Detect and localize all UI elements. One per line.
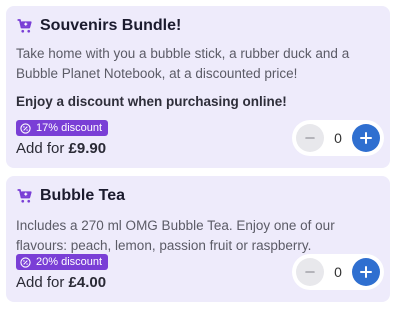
quantity-value: 0 <box>334 130 342 146</box>
quantity-stepper: 0 <box>292 254 384 290</box>
product-title-row: Souvenirs Bundle! <box>16 17 181 35</box>
quantity-stepper: 0 <box>292 120 384 156</box>
cart-plus-icon <box>17 19 32 33</box>
online-discount-note: Enjoy a discount when purchasing online! <box>16 94 287 109</box>
product-description: Includes a 270 ml OMG Bubble Tea. Enjoy … <box>16 218 335 253</box>
discount-label: 20% discount <box>36 256 103 268</box>
percent-icon <box>20 256 31 268</box>
price-value: £9.90 <box>68 140 107 157</box>
minus-icon <box>305 271 315 273</box>
percent-icon <box>20 122 31 134</box>
cart-plus-icon <box>17 189 32 203</box>
product-title: Bubble Tea <box>40 187 126 204</box>
price-prefix: Add for <box>16 274 65 291</box>
decrease-quantity-button[interactable] <box>296 258 324 286</box>
discount-label: 17% discount <box>36 122 103 134</box>
plus-icon <box>360 132 372 144</box>
price-prefix: Add for <box>16 140 65 157</box>
decrease-quantity-button[interactable] <box>296 124 324 152</box>
discount-badge: 17% discount <box>16 120 109 136</box>
discount-badge: 20% discount <box>16 254 109 270</box>
product-card-bubble-tea: Bubble Tea Includes a 270 ml OMG Bubble … <box>6 176 390 302</box>
minus-icon <box>305 137 315 139</box>
product-title: Souvenirs Bundle! <box>40 17 182 34</box>
product-card-souvenirs: Souvenirs Bundle! Take home with you a b… <box>6 6 390 168</box>
quantity-value: 0 <box>334 264 342 280</box>
product-price: Add for £4.00 <box>16 274 106 291</box>
increase-quantity-button[interactable] <box>352 258 380 286</box>
price-value: £4.00 <box>68 274 107 291</box>
product-price: Add for £9.90 <box>16 140 106 157</box>
increase-quantity-button[interactable] <box>352 124 380 152</box>
product-description: Take home with you a bubble stick, a rub… <box>16 46 350 81</box>
plus-icon <box>360 266 372 278</box>
product-title-row: Bubble Tea <box>16 187 125 205</box>
